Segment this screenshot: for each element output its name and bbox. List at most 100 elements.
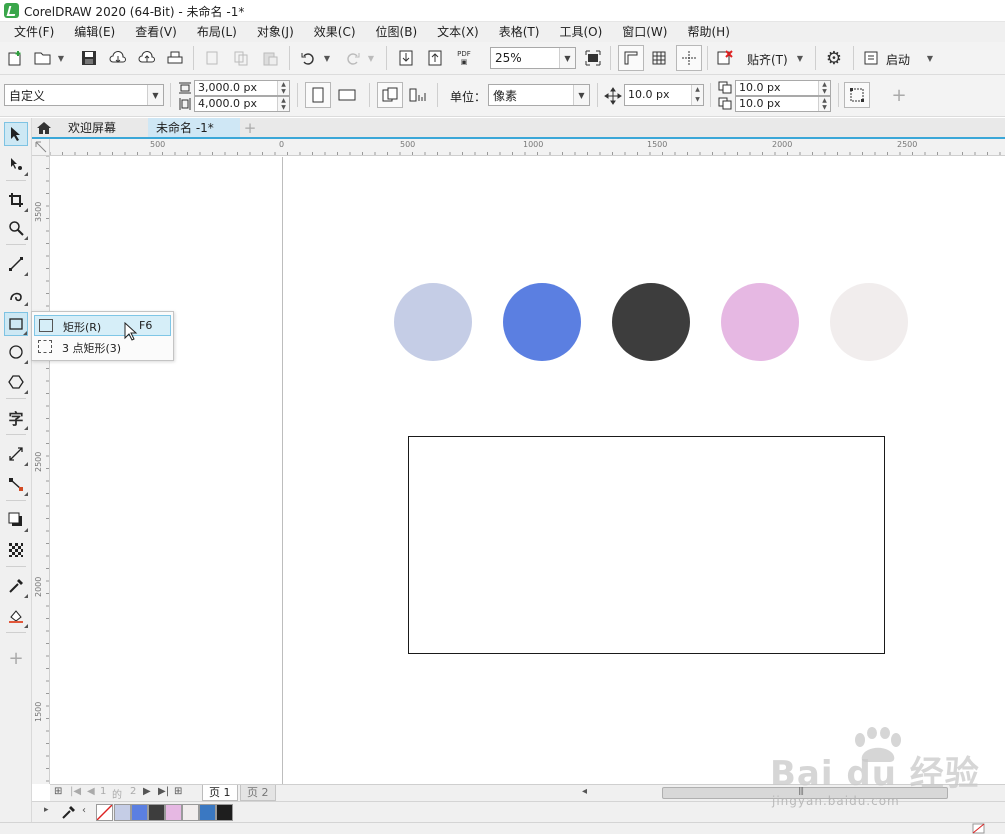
- new-tab-button[interactable]: +: [242, 120, 258, 136]
- zoom-tool-icon[interactable]: [4, 216, 28, 240]
- duplicate-y-input[interactable]: 10.0 px ▲ ▼: [735, 96, 831, 112]
- units-dropdown-icon[interactable]: ▼: [573, 85, 589, 105]
- menu-file[interactable]: 文件(F): [6, 22, 62, 42]
- nudge-distance-input[interactable]: 10.0 px ▲ ▼: [624, 84, 704, 106]
- nudge-spinner-icon[interactable]: ▲ ▼: [691, 85, 703, 105]
- page-width-spinner-icon[interactable]: ▲ ▼: [277, 81, 289, 95]
- circle-shape-light-blue[interactable]: [394, 283, 472, 361]
- launch-icon[interactable]: [860, 47, 882, 69]
- open-dropdown-icon[interactable]: ▼: [56, 47, 66, 69]
- export-icon[interactable]: [424, 47, 446, 69]
- save-icon[interactable]: [78, 47, 100, 69]
- page-size-dropdown-icon[interactable]: ▼: [147, 85, 163, 105]
- page-width-input[interactable]: 3,000.0 px ▲ ▼: [194, 80, 290, 96]
- copy-icon[interactable]: [230, 47, 252, 69]
- cloud-download-icon[interactable]: [107, 47, 129, 69]
- circle-shape-blue[interactable]: [503, 283, 581, 361]
- portrait-orientation-icon[interactable]: [305, 82, 331, 108]
- palette-left-icon[interactable]: ‹: [82, 805, 86, 816]
- show-grid-icon[interactable]: [648, 47, 670, 69]
- undo-dropdown-icon[interactable]: ▼: [322, 47, 332, 69]
- palette-swatch[interactable]: [199, 804, 216, 821]
- menu-table[interactable]: 表格(T): [491, 22, 548, 42]
- circle-shape-off-white[interactable]: [830, 283, 908, 361]
- crop-tool-icon[interactable]: [4, 188, 28, 212]
- ruler-origin-corner[interactable]: [32, 139, 50, 156]
- scroll-left-icon[interactable]: ◂: [582, 786, 587, 797]
- polygon-tool-icon[interactable]: [4, 370, 28, 394]
- shape-tool-icon[interactable]: [4, 152, 28, 176]
- text-tool-icon[interactable]: 字: [4, 406, 28, 430]
- cut-icon[interactable]: [201, 47, 223, 69]
- palette-swatch[interactable]: [131, 804, 148, 821]
- add-tool-icon[interactable]: +: [4, 646, 28, 670]
- current-page-icon[interactable]: [408, 84, 430, 106]
- duplicate-x-input[interactable]: 10.0 px ▲ ▼: [735, 80, 831, 96]
- menu-edit[interactable]: 编辑(E): [66, 22, 123, 42]
- options-gear-icon[interactable]: ⚙: [823, 47, 845, 69]
- add-page-after-icon[interactable]: ⊞: [174, 786, 182, 797]
- flyout-item-rectangle[interactable]: 矩形(R) F6: [34, 315, 171, 336]
- previous-page-icon[interactable]: ◀: [87, 786, 95, 797]
- launch-menu[interactable]: 启动: [886, 51, 910, 68]
- menu-object[interactable]: 对象(J): [249, 22, 302, 42]
- page-tab-1[interactable]: 页 1: [202, 785, 238, 801]
- snap-to-menu[interactable]: 贴齐(T): [747, 51, 788, 68]
- fill-indicator-icon[interactable]: [972, 823, 986, 834]
- show-guidelines-icon[interactable]: [676, 45, 702, 71]
- menu-help[interactable]: 帮助(H): [679, 22, 737, 42]
- treat-as-filled-icon[interactable]: [844, 82, 870, 108]
- rectangle-shape[interactable]: [408, 436, 885, 654]
- new-document-icon[interactable]: [4, 47, 26, 69]
- cloud-upload-icon[interactable]: [136, 47, 158, 69]
- vertical-ruler[interactable]: 3500 3000 2500 2000 1500: [32, 156, 50, 784]
- add-property-icon[interactable]: +: [888, 84, 910, 106]
- redo-icon[interactable]: [342, 47, 364, 69]
- next-page-icon[interactable]: ▶: [143, 786, 151, 797]
- last-page-icon[interactable]: ▶|: [158, 786, 169, 797]
- palette-swatch[interactable]: [148, 804, 165, 821]
- open-folder-icon[interactable]: [32, 47, 54, 69]
- page-height-input[interactable]: 4,000.0 px ▲ ▼: [194, 96, 290, 112]
- parallel-dimension-tool-icon[interactable]: [4, 442, 28, 466]
- page-height-spinner-icon[interactable]: ▲ ▼: [277, 97, 289, 111]
- palette-swatch[interactable]: [114, 804, 131, 821]
- circle-shape-pink[interactable]: [721, 283, 799, 361]
- menu-effects[interactable]: 效果(C): [306, 22, 364, 42]
- page-tab-2[interactable]: 页 2: [240, 785, 276, 801]
- menu-bitmaps[interactable]: 位图(B): [368, 22, 426, 42]
- zoom-dropdown-icon[interactable]: ▼: [559, 48, 575, 68]
- duplicate-x-spinner-icon[interactable]: ▲ ▼: [818, 81, 830, 95]
- palette-swatch[interactable]: [165, 804, 182, 821]
- freehand-tool-icon[interactable]: [4, 252, 28, 276]
- first-page-icon[interactable]: |◀: [70, 786, 81, 797]
- menu-window[interactable]: 窗口(W): [614, 22, 675, 42]
- add-page-before-icon[interactable]: ⊞: [54, 786, 62, 797]
- flyout-item-3-point-rectangle[interactable]: 3 点矩形(3): [34, 337, 171, 358]
- palette-scroll-icon[interactable]: ▸: [44, 805, 49, 815]
- units-combo[interactable]: 像素 ▼: [488, 84, 590, 106]
- rectangle-tool-icon[interactable]: [4, 312, 28, 336]
- transparency-tool-icon[interactable]: [4, 538, 28, 562]
- zoom-level-combo[interactable]: 25% ▼: [490, 47, 576, 69]
- menu-tools[interactable]: 工具(O): [551, 22, 610, 42]
- tab-document[interactable]: 未命名 -1*: [148, 118, 240, 138]
- duplicate-y-spinner-icon[interactable]: ▲ ▼: [818, 97, 830, 111]
- artistic-media-tool-icon[interactable]: [4, 282, 28, 306]
- eyedropper-tool-icon[interactable]: [4, 574, 28, 598]
- drawing-canvas[interactable]: [50, 157, 1005, 784]
- drop-shadow-tool-icon[interactable]: [4, 508, 28, 532]
- page-size-combo[interactable]: 自定义 ▼: [4, 84, 164, 106]
- snap-dropdown-icon[interactable]: ▼: [795, 47, 805, 69]
- menu-text[interactable]: 文本(X): [429, 22, 487, 42]
- alignment-guides-icon[interactable]: [714, 47, 736, 69]
- menu-view[interactable]: 查看(V): [127, 22, 185, 42]
- menu-layout[interactable]: 布局(L): [189, 22, 245, 42]
- home-icon[interactable]: [36, 120, 52, 136]
- palette-swatch[interactable]: [182, 804, 199, 821]
- all-pages-icon[interactable]: [377, 82, 403, 108]
- palette-eyedropper-icon[interactable]: [60, 805, 76, 821]
- tab-welcome-screen[interactable]: 欢迎屏幕: [56, 118, 148, 138]
- circle-shape-dark-gray[interactable]: [612, 283, 690, 361]
- show-rulers-icon[interactable]: [618, 45, 644, 71]
